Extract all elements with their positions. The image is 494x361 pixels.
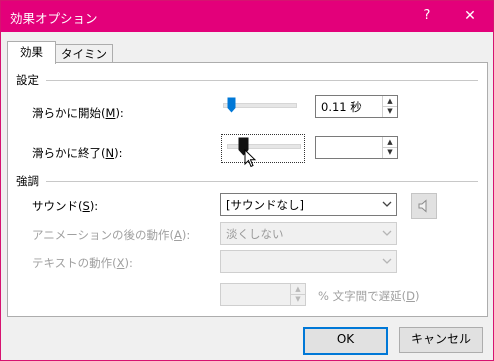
sound-dropdown[interactable]: [サウンドなし] [220,193,397,216]
after-animation-value: 淡くしない [226,227,284,241]
smooth-end-spinner[interactable]: ▲ ▼ [315,136,398,159]
close-button[interactable]: ✕ [459,6,481,26]
sound-label: サウンド(S): [32,199,99,213]
smooth-end-label: 滑らかに終了(N): [32,146,123,160]
sound-volume-button[interactable] [411,193,437,219]
text-delay-spinner[interactable]: ▲ ▼ [220,283,306,306]
spin-down-icon[interactable]: ▼ [291,294,305,304]
chevron-down-icon[interactable] [378,223,396,244]
chevron-down-icon[interactable] [378,251,396,272]
smooth-start-value[interactable]: 0.11 秒 [321,99,362,115]
after-animation-dropdown[interactable]: 淡くしない [220,222,397,245]
smooth-start-spinner[interactable]: 0.11 秒 ▲ ▼ [315,95,398,118]
cancel-button[interactable]: キャンセル [399,327,483,353]
sound-value: [サウンドなし] [226,198,304,212]
after-animation-label: アニメーションの後の動作(A): [32,228,191,242]
spin-down-icon[interactable]: ▼ [383,106,397,116]
smooth-start-label: 滑らかに開始(M): [32,106,124,120]
enhancements-section-title: 強調 [16,174,39,188]
speaker-icon [418,199,427,213]
spin-down-icon[interactable]: ▼ [383,147,397,157]
animate-text-dropdown[interactable] [220,250,397,273]
settings-divider [46,80,478,81]
help-button[interactable]: ? [417,6,437,26]
text-delay-label: % 文字間で遅延(D) [318,289,420,303]
mouse-cursor-icon [244,149,257,168]
dialog-title: 効果オプション [10,11,98,26]
chevron-down-icon[interactable] [378,194,396,215]
tab-panel-effect: 設定 滑らかに開始(M): 0.11 秒 ▲ ▼ 滑らかに終了(N): ▲ ▼ … [7,62,488,317]
settings-section-title: 設定 [16,73,39,87]
smooth-start-slider-thumb[interactable] [227,97,236,113]
effect-options-dialog: 効果オプション ? ✕ タイミング 効果 設定 滑らかに開始(M): 0.11 … [0,0,494,361]
tab-timing[interactable]: タイミング [55,44,113,79]
animate-text-label: テキストの動作(X): [32,256,133,270]
tab-effect[interactable]: 効果 [7,41,56,64]
ok-button[interactable]: OK [303,327,388,355]
enhancements-divider [46,181,478,182]
title-bar: 効果オプション ? ✕ [1,1,493,32]
